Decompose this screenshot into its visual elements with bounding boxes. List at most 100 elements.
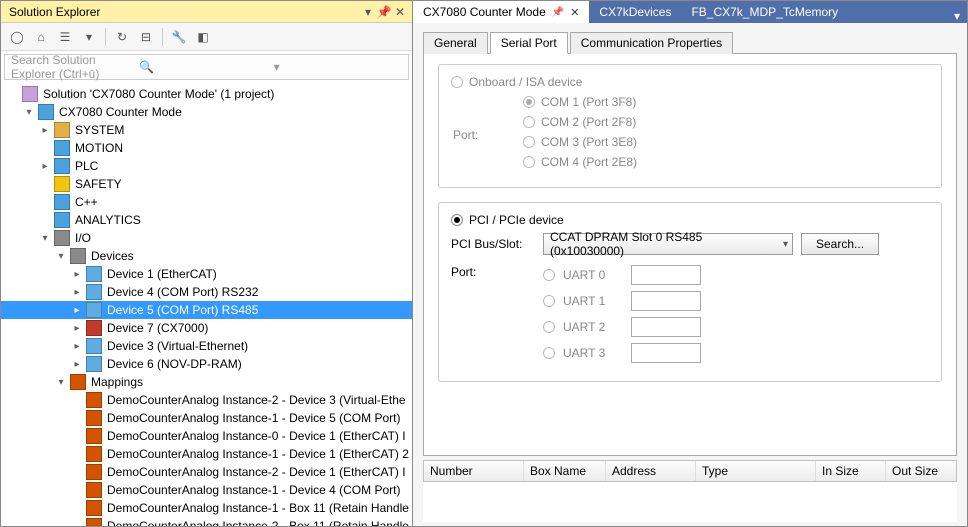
- close-icon[interactable]: ✕: [570, 6, 579, 19]
- tree-row[interactable]: ▸DemoCounterAnalog Instance-1 - Device 4…: [1, 481, 412, 499]
- tree-node-icon: [86, 338, 102, 354]
- com-option[interactable]: COM 3 (Port 3E8): [523, 135, 929, 149]
- uart-option: UART 2: [543, 317, 701, 337]
- pin-icon[interactable]: 📌: [552, 7, 564, 18]
- uart-input[interactable]: [631, 265, 701, 285]
- expand-icon[interactable]: ▾: [39, 233, 51, 244]
- panel-pin-icon[interactable]: 📌: [376, 5, 392, 19]
- tree-row[interactable]: ▸MOTION: [1, 139, 412, 157]
- grid-column-header[interactable]: Number: [424, 461, 524, 481]
- device-grid-header: NumberBox NameAddressTypeIn SizeOut Size: [423, 460, 957, 482]
- uart-radio[interactable]: [543, 269, 555, 281]
- tree-node-icon: [86, 428, 102, 444]
- com-radio[interactable]: [523, 156, 535, 168]
- expand-icon[interactable]: ▾: [55, 251, 67, 262]
- tree-row[interactable]: ▾CX7080 Counter Mode: [1, 103, 412, 121]
- com-option[interactable]: COM 1 (Port 3F8): [523, 95, 929, 109]
- property-tab[interactable]: General: [423, 32, 488, 54]
- expand-icon[interactable]: ▸: [39, 161, 51, 172]
- expand-icon[interactable]: ▸: [71, 323, 83, 334]
- form-area: GeneralSerial PortCommunication Properti…: [413, 23, 967, 526]
- property-tab[interactable]: Serial Port: [490, 32, 568, 54]
- tree-row[interactable]: ▸Device 4 (COM Port) RS232: [1, 283, 412, 301]
- grid-column-header[interactable]: Type: [696, 461, 816, 481]
- tree-row[interactable]: ▾Devices: [1, 247, 412, 265]
- expand-icon[interactable]: ▸: [71, 287, 83, 298]
- search-dropdown-icon[interactable]: ▾: [274, 60, 402, 74]
- tree-row[interactable]: ▸PLC: [1, 157, 412, 175]
- tree-node-icon: [22, 86, 38, 102]
- expand-icon[interactable]: ▸: [71, 269, 83, 280]
- tree-node-icon: [54, 158, 70, 174]
- grid-column-header[interactable]: In Size: [816, 461, 886, 481]
- back-icon[interactable]: ◯: [7, 27, 27, 47]
- tree-row[interactable]: ▸DemoCounterAnalog Instance-1 - Device 1…: [1, 445, 412, 463]
- tree-row[interactable]: ▸SAFETY: [1, 175, 412, 193]
- uart-input[interactable]: [631, 291, 701, 311]
- toggle-icon[interactable]: ◧: [193, 27, 213, 47]
- expand-icon[interactable]: ▸: [39, 125, 51, 136]
- expand-icon[interactable]: ▸: [71, 359, 83, 370]
- tree-row[interactable]: ▸Device 1 (EtherCAT): [1, 265, 412, 283]
- refresh-icon[interactable]: ↻: [112, 27, 132, 47]
- panel-dropdown-icon[interactable]: ▾: [360, 5, 376, 19]
- document-tab[interactable]: FB_CX7k_MDP_TcMemory: [681, 1, 848, 23]
- document-tab[interactable]: CX7080 Counter Mode📌✕: [413, 1, 589, 23]
- tree-row[interactable]: ▸DemoCounterAnalog Instance-2 - Device 3…: [1, 391, 412, 409]
- tree-row[interactable]: ▸DemoCounterAnalog Instance-2 - Device 1…: [1, 463, 412, 481]
- uart-radio[interactable]: [543, 295, 555, 307]
- uart-input[interactable]: [631, 343, 701, 363]
- grid-column-header[interactable]: Out Size: [886, 461, 956, 481]
- tree-node-icon: [86, 518, 102, 526]
- tree-node-icon: [54, 176, 70, 192]
- expand-icon[interactable]: ▸: [71, 341, 83, 352]
- expand-icon[interactable]: ▾: [23, 107, 35, 118]
- com-radio[interactable]: [523, 96, 535, 108]
- onboard-radio[interactable]: [451, 76, 463, 88]
- uart-radio[interactable]: [543, 347, 555, 359]
- search-placeholder: Search Solution Explorer (Ctrl+ū): [11, 53, 139, 81]
- pci-radio[interactable]: [451, 214, 463, 226]
- expand-icon[interactable]: ▾: [55, 377, 67, 388]
- tree-row[interactable]: ▾Mappings: [1, 373, 412, 391]
- tree-row[interactable]: ▸DemoCounterAnalog Instance-1 - Box 11 (…: [1, 499, 412, 517]
- sync-icon[interactable]: ☰: [55, 27, 75, 47]
- com-option[interactable]: COM 2 (Port 2F8): [523, 115, 929, 129]
- onboard-radio-row[interactable]: Onboard / ISA device: [451, 75, 929, 89]
- tree-row[interactable]: ▸DemoCounterAnalog Instance-0 - Device 1…: [1, 427, 412, 445]
- tree-row[interactable]: ▸DemoCounterAnalog Instance-2 - Box 11 (…: [1, 517, 412, 526]
- uart-input[interactable]: [631, 317, 701, 337]
- tree-row[interactable]: ▸DemoCounterAnalog Instance-1 - Device 5…: [1, 409, 412, 427]
- com-option[interactable]: COM 4 (Port 2E8): [523, 155, 929, 169]
- onboard-port-label: Port:: [453, 128, 513, 142]
- grid-column-header[interactable]: Box Name: [524, 461, 606, 481]
- document-tab[interactable]: CX7kDevices: [589, 1, 681, 23]
- tree-row[interactable]: ▸SYSTEM: [1, 121, 412, 139]
- pci-bus-combo[interactable]: CCAT DPRAM Slot 0 RS485 (0x10030000): [543, 233, 793, 255]
- tabbar-menu-icon[interactable]: ▾: [947, 9, 967, 23]
- expand-icon[interactable]: ▸: [71, 305, 83, 316]
- grid-column-header[interactable]: Address: [606, 461, 696, 481]
- tree-row[interactable]: ▸Device 3 (Virtual-Ethernet): [1, 337, 412, 355]
- tree-row[interactable]: ▸Solution 'CX7080 Counter Mode' (1 proje…: [1, 85, 412, 103]
- tree-row[interactable]: ▸Device 7 (CX7000): [1, 319, 412, 337]
- tree-row[interactable]: ▸Device 5 (COM Port) RS485: [1, 301, 412, 319]
- search-button[interactable]: Search...: [801, 233, 879, 255]
- property-tab[interactable]: Communication Properties: [570, 32, 733, 54]
- dropdown-icon[interactable]: ▾: [79, 27, 99, 47]
- tree-row[interactable]: ▸ANALYTICS: [1, 211, 412, 229]
- pci-bus-row: PCI Bus/Slot: CCAT DPRAM Slot 0 RS485 (0…: [451, 233, 929, 255]
- com-radio[interactable]: [523, 116, 535, 128]
- panel-title: Solution Explorer: [5, 5, 360, 19]
- com-radio[interactable]: [523, 136, 535, 148]
- tree-row[interactable]: ▸C++: [1, 193, 412, 211]
- home-icon[interactable]: ⌂: [31, 27, 51, 47]
- collapse-icon[interactable]: ⊟: [136, 27, 156, 47]
- properties-icon[interactable]: 🔧: [169, 27, 189, 47]
- panel-close-icon[interactable]: ✕: [392, 5, 408, 19]
- search-input[interactable]: Search Solution Explorer (Ctrl+ū) 🔍 ▾: [4, 54, 409, 80]
- tree-row[interactable]: ▾I/O: [1, 229, 412, 247]
- pci-radio-row[interactable]: PCI / PCIe device: [451, 213, 929, 227]
- tree-row[interactable]: ▸Device 6 (NOV-DP-RAM): [1, 355, 412, 373]
- uart-radio[interactable]: [543, 321, 555, 333]
